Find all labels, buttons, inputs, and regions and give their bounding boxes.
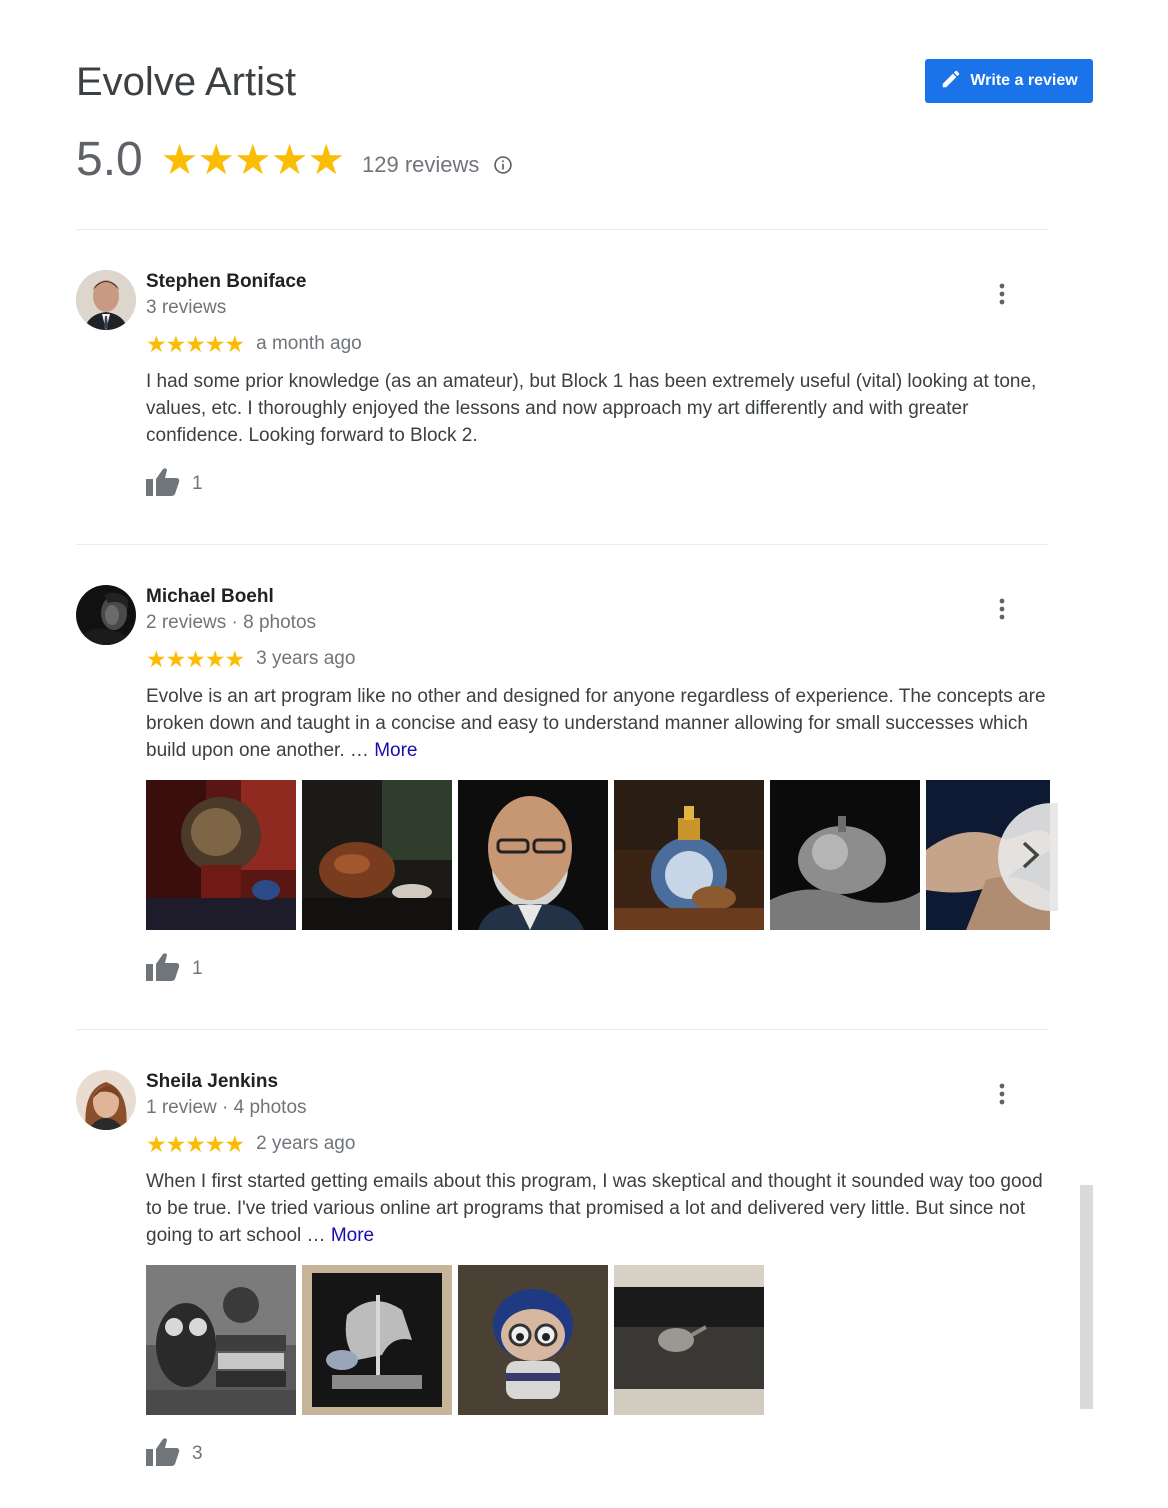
info-icon[interactable] [493, 155, 513, 175]
review-rating-row: ★★★★★ 3 years ago [146, 647, 355, 671]
total-review-count[interactable]: 129 reviews [362, 151, 479, 179]
avatar[interactable] [76, 585, 136, 645]
reviewer-name[interactable]: Stephen Boniface [146, 270, 306, 294]
review-rating-row: ★★★★★ a month ago [146, 332, 362, 356]
review-photo[interactable] [146, 1265, 296, 1415]
photo-strip [146, 780, 1050, 930]
rating-summary: 5.0 ★★★★★ 129 reviews [76, 132, 513, 188]
review-body: Evolve is an art program like no other a… [146, 686, 1046, 761]
more-options-icon[interactable] [988, 280, 1016, 308]
review-photo[interactable] [302, 1265, 452, 1415]
write-review-button[interactable]: Write a review [925, 59, 1093, 103]
review-body: When I first started getting emails abou… [146, 1171, 1043, 1246]
review-date: a month ago [256, 333, 362, 354]
pencil-icon [940, 68, 962, 95]
chevron-right-icon [1018, 840, 1042, 875]
divider [76, 1029, 1048, 1030]
review-card: Sheila Jenkins 1 review · 4 photos ★★★★★… [76, 1070, 1076, 1490]
reviewer-meta: 1 review · 4 photos [146, 1097, 307, 1118]
review-stars: ★★★★★ [146, 331, 245, 357]
photo-strip [146, 1265, 1050, 1415]
scrollbar-thumb[interactable] [1080, 1185, 1093, 1409]
like-count: 3 [192, 1443, 203, 1464]
reviewer-name[interactable]: Michael Boehl [146, 585, 274, 609]
more-options-icon[interactable] [988, 595, 1016, 623]
reviewer-meta: 2 reviews · 8 photos [146, 612, 317, 633]
review-photo[interactable] [458, 780, 608, 930]
like-button[interactable]: 1 [146, 467, 203, 502]
review-stars: ★★★★★ [146, 1131, 245, 1157]
like-button[interactable]: 3 [146, 1437, 203, 1472]
average-rating: 5.0 [76, 133, 143, 186]
average-stars: ★★★★★ [160, 136, 345, 183]
review-photo[interactable] [458, 1265, 608, 1415]
review-photo[interactable] [614, 780, 764, 930]
divider [76, 544, 1048, 545]
review-card: Michael Boehl 2 reviews · 8 photos ★★★★★… [76, 585, 1076, 1005]
thumbs-up-icon [146, 1437, 180, 1472]
write-review-label: Write a review [970, 72, 1078, 89]
review-text: Evolve is an art program like no other a… [146, 683, 1056, 764]
review-photo[interactable] [302, 780, 452, 930]
like-button[interactable]: 1 [146, 952, 203, 987]
review-photo[interactable] [614, 1265, 764, 1415]
review-date: 2 years ago [256, 1133, 356, 1154]
divider [76, 229, 1048, 230]
review-stars: ★★★★★ [146, 646, 245, 672]
review-photo[interactable] [146, 780, 296, 930]
thumbs-up-icon [146, 952, 180, 987]
more-options-icon[interactable] [988, 1080, 1016, 1108]
review-date: 3 years ago [256, 648, 356, 669]
review-body: I had some prior knowledge (as an amateu… [146, 371, 1037, 446]
like-count: 1 [192, 473, 203, 494]
avatar[interactable] [76, 1070, 136, 1130]
reviewer-name[interactable]: Sheila Jenkins [146, 1070, 278, 1094]
more-link[interactable]: More [374, 740, 417, 761]
avatar[interactable] [76, 270, 136, 330]
review-text: I had some prior knowledge (as an amateu… [146, 368, 1056, 449]
like-count: 1 [192, 958, 203, 979]
review-rating-row: ★★★★★ 2 years ago [146, 1132, 355, 1156]
review-photo[interactable] [770, 780, 920, 930]
page-title: Evolve Artist [76, 60, 297, 104]
review-card: Stephen Boniface 3 reviews ★★★★★ a month… [76, 270, 1076, 510]
more-link[interactable]: More [331, 1225, 374, 1246]
reviewer-meta: 3 reviews [146, 297, 227, 318]
thumbs-up-icon [146, 467, 180, 502]
review-text: When I first started getting emails abou… [146, 1168, 1056, 1249]
